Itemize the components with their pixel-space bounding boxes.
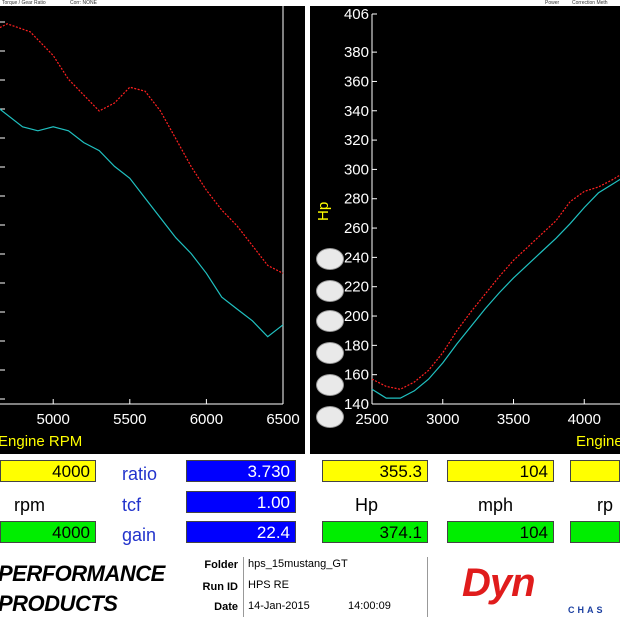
rpm-top-gauge: 4000	[0, 460, 96, 482]
right-y-tick-label: 260	[344, 220, 369, 237]
time-value: 14:00:09	[348, 600, 391, 612]
right-y-tick-label: 180	[344, 337, 369, 354]
left-x-axis-label: Engine RPM	[0, 433, 82, 450]
left-run2-line	[0, 108, 284, 338]
rp-bottom-gauge	[570, 521, 620, 543]
rpm-bottom-gauge: 4000	[0, 521, 96, 543]
right-x-tick-label: 2500	[355, 411, 388, 428]
right-y-axis-label: Hp	[315, 202, 332, 221]
tcf-gauge: 1.00	[186, 491, 296, 513]
right-y-tick-label: 220	[344, 279, 369, 296]
date-label: Date	[214, 601, 238, 613]
side-round-button-6[interactable]	[316, 406, 344, 428]
dyno-logo: Dyn	[462, 561, 536, 605]
mph-label: mph	[478, 495, 514, 515]
right-y-tick-label: 240	[344, 249, 369, 266]
rp-label: rp	[597, 495, 614, 515]
left-chart-panel: 45005000550060006500 Engine RPM	[0, 6, 305, 454]
footer-divider-2	[427, 557, 428, 617]
hp-bottom-gauge: 374.1	[322, 521, 428, 543]
hp-top-gauge: 355.3	[322, 460, 428, 482]
folder-value: hps_15mustang_GT	[248, 558, 348, 570]
tcf-label: tcf	[122, 495, 142, 515]
right-y-tick-label: 200	[344, 308, 369, 325]
date-value: 14-Jan-2015	[248, 600, 310, 612]
right-y-tick-label: 300	[344, 161, 369, 178]
rp-top-gauge	[570, 460, 620, 482]
right-run1-line	[371, 174, 620, 390]
left-x-tick-label: 6000	[190, 411, 223, 428]
mph-bottom-gauge: 104	[447, 521, 554, 543]
right-y-tick-label: 280	[344, 191, 369, 208]
footer: PERFORMANCE PRODUCTS Folder hps_15mustan…	[0, 555, 620, 620]
right-x-tick-label: 4000	[568, 411, 601, 428]
gain-label: gain	[122, 525, 157, 545]
left-run1-line	[0, 23, 284, 274]
right-y-tick-label: 406	[344, 6, 369, 23]
right-y-tick-label: 320	[344, 132, 369, 149]
mph-top-gauge: 104	[447, 460, 554, 482]
brand-line1: PERFORMANCE	[0, 561, 165, 586]
rpm-label: rpm	[14, 495, 45, 515]
right-chart: 4063803603403203002802602402202001801601…	[315, 6, 620, 450]
right-run2-line	[371, 178, 620, 399]
side-round-button-5[interactable]	[316, 374, 344, 396]
right-y-tick-label: 360	[344, 73, 369, 90]
gain-gauge: 22.4	[186, 521, 296, 543]
side-round-button-3[interactable]	[316, 310, 344, 332]
footer-divider	[243, 557, 244, 617]
right-y-tick-label: 380	[344, 44, 369, 61]
hp-label: Hp	[355, 495, 379, 515]
right-x-axis-label: Engine	[576, 433, 620, 450]
ratio-gauge: 3.730	[186, 460, 296, 482]
run-id-value: HPS RE	[248, 579, 289, 591]
right-y-tick-label: 340	[344, 103, 369, 120]
brand-line2: PRODUCTS	[0, 591, 118, 616]
side-round-button-2[interactable]	[316, 280, 344, 302]
dyno-logo-sub: CHAS	[568, 605, 606, 615]
run-id-label: Run ID	[202, 581, 238, 593]
side-round-button-1[interactable]	[316, 248, 344, 270]
left-chart: 45005000550060006500 Engine RPM	[0, 6, 300, 450]
ratio-label: ratio	[122, 464, 158, 484]
right-x-tick-label: 3500	[497, 411, 530, 428]
gauge-area: 4000 rpm 4000 ratio 3.730 tcf 1.00 gain …	[0, 455, 620, 555]
right-chart-panel: 406 380 360 340 320 300 280 260 240 220 200 180 160 1…	[310, 6, 620, 454]
left-x-tick-label: 5500	[113, 411, 146, 428]
side-round-button-4[interactable]	[316, 342, 344, 364]
left-x-tick-label: 6500	[266, 411, 299, 428]
left-x-tick-label: 5000	[37, 411, 70, 428]
right-y-tick-label: 160	[344, 367, 369, 384]
folder-label: Folder	[204, 559, 238, 571]
right-x-tick-label: 3000	[426, 411, 459, 428]
